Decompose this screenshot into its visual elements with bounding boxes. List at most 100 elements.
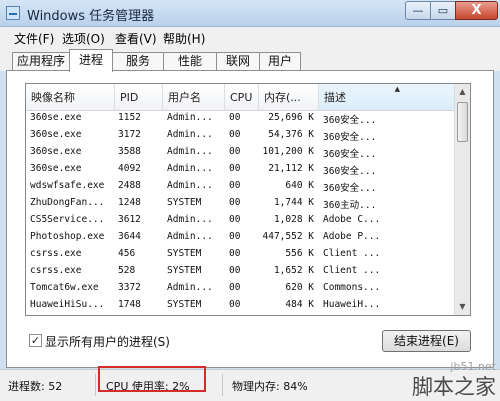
tab-users[interactable]: 用户 <box>259 52 301 71</box>
cell-memory: 54,376 K <box>268 129 314 140</box>
cell-memory: 620 K <box>285 282 314 293</box>
table-row[interactable]: 360se.exe 3588 Admin... 00 101,200 K 360安全... <box>26 144 456 161</box>
table-row[interactable]: 360se.exe 1152 Admin... 00 25,696 K 360安全... <box>26 110 456 127</box>
menu-help[interactable]: 帮助(H) <box>163 30 205 47</box>
vertical-scrollbar[interactable]: ▲ ▼ <box>454 84 470 315</box>
cell-username: Admin... <box>167 112 213 123</box>
column-description[interactable]: 描述 ▲ <box>319 84 456 110</box>
table-row[interactable]: ZhuDongFan... 1248 SYSTEM 00 1,744 K 360主动... <box>26 195 456 212</box>
cell-cpu: 00 <box>229 197 241 208</box>
cell-image-name: 360se.exe <box>30 146 82 157</box>
tab-applications[interactable]: 应用程序 <box>12 52 70 71</box>
status-physical-memory: 物理内存: 84% <box>232 380 308 393</box>
cell-username: Admin... <box>167 129 213 140</box>
cell-description: Client ... <box>323 248 381 259</box>
table-row[interactable]: csrss.exe 456 SYSTEM 00 556 K Client ... <box>26 246 456 263</box>
cell-memory: 21,112 K <box>268 163 314 174</box>
cell-username: Admin... <box>167 282 213 293</box>
column-pid[interactable]: PID <box>115 84 163 110</box>
table-row[interactable]: CS5Service... 3612 Admin... 00 1,028 K Adobe … <box>26 212 456 229</box>
table-row[interactable]: Tomcat6w.exe 3372 Admin... 00 620 K Commons..… <box>26 280 456 297</box>
column-description-label: 描述 <box>324 91 346 104</box>
cell-pid: 1152 <box>118 112 141 123</box>
cell-pid: 1748 <box>118 299 141 310</box>
cell-pid: 3644 <box>118 231 141 242</box>
window-title: Windows 任务管理器 <box>27 9 155 24</box>
cell-pid: 456 <box>118 248 136 259</box>
status-process-count: 进程数: 52 <box>8 380 63 393</box>
menu-view[interactable]: 查看(V) <box>115 30 157 47</box>
cell-image-name: 360se.exe <box>30 112 82 123</box>
column-username[interactable]: 用户名 <box>163 84 225 110</box>
maximize-button[interactable]: ▭ <box>430 1 456 20</box>
cell-cpu: 00 <box>229 299 241 310</box>
cell-username: Admin... <box>167 214 213 225</box>
column-memory[interactable]: 内存(... <box>259 84 319 110</box>
cell-memory: 484 K <box>285 299 314 310</box>
cell-description: 360安全... <box>323 115 377 126</box>
tab-networking[interactable]: 联网 <box>216 52 260 71</box>
column-image-name[interactable]: 映像名称 <box>26 84 115 110</box>
scrollbar-thumb[interactable] <box>457 102 468 142</box>
tab-bar: 应用程序 进程 服务 性能 联网 用户 <box>0 47 500 72</box>
cell-image-name: ZhuDongFan... <box>30 197 105 208</box>
cell-description: 360安全... <box>323 149 377 160</box>
column-header-row: 映像名称 PID 用户名 CPU 内存(... 描述 ▲ <box>26 84 456 111</box>
table-row[interactable]: 360se.exe 4092 Admin... 00 21,112 K 360安全... <box>26 161 456 178</box>
cell-pid: 1248 <box>118 197 141 208</box>
tab-services[interactable]: 服务 <box>112 52 164 71</box>
cell-description: HuaweiH... <box>323 299 381 310</box>
cell-memory: 25,696 K <box>268 112 314 123</box>
column-cpu[interactable]: CPU <box>225 84 259 110</box>
cell-description: 360主动... <box>323 200 377 211</box>
tab-processes[interactable]: 进程 <box>69 49 113 72</box>
menu-options[interactable]: 选项(O) <box>62 30 105 47</box>
table-row[interactable]: wdswfsafe.exe 2488 Admin... 00 640 K 360安全... <box>26 178 456 195</box>
cell-description: Client ... <box>323 265 381 276</box>
title-bar: Windows 任务管理器 — ▭ X <box>0 0 500 27</box>
scroll-down-arrow-icon[interactable]: ▼ <box>455 299 470 315</box>
cell-cpu: 00 <box>229 129 241 140</box>
cell-username: Admin... <box>167 163 213 174</box>
minimize-button[interactable]: — <box>405 1 431 20</box>
cell-pid: 2488 <box>118 180 141 191</box>
cell-pid: 3612 <box>118 214 141 225</box>
status-divider <box>222 374 223 396</box>
close-button[interactable]: X <box>455 1 498 20</box>
cell-image-name: csrss.exe <box>30 265 82 276</box>
cell-cpu: 00 <box>229 180 241 191</box>
cell-image-name: CS5Service... <box>30 214 105 225</box>
status-divider <box>95 374 96 396</box>
cell-pid: 3372 <box>118 282 141 293</box>
cell-description: 360安全... <box>323 132 377 143</box>
cell-image-name: csrss.exe <box>30 248 82 259</box>
cell-username: SYSTEM <box>167 248 202 259</box>
cell-pid: 4092 <box>118 163 141 174</box>
table-row[interactable]: 360se.exe 3172 Admin... 00 54,376 K 360安全... <box>26 127 456 144</box>
cell-cpu: 00 <box>229 214 241 225</box>
table-row[interactable]: HuaweiHiSu... 1748 SYSTEM 00 484 K HuaweiH... <box>26 297 456 314</box>
show-all-users-checkbox[interactable]: ✓ <box>29 334 42 347</box>
table-row[interactable]: Photoshop.exe 3644 Admin... 00 447,552 K Adob… <box>26 229 456 246</box>
cell-memory: 1,652 K <box>273 265 314 276</box>
cell-username: SYSTEM <box>167 197 202 208</box>
cell-image-name: HuaweiHiSu... <box>30 299 105 310</box>
menu-bar: 文件(F) 选项(O) 查看(V) 帮助(H) <box>0 27 500 47</box>
menu-file[interactable]: 文件(F) <box>14 30 54 47</box>
end-process-button[interactable]: 结束进程(E) <box>382 330 471 352</box>
show-all-users-label[interactable]: 显示所有用户的进程(S) <box>45 333 170 350</box>
cell-cpu: 00 <box>229 163 241 174</box>
table-row[interactable]: csrss.exe 528 SYSTEM 00 1,652 K Client ... <box>26 263 456 280</box>
process-list[interactable]: 映像名称 PID 用户名 CPU 内存(... 描述 ▲ 360se.exe 11… <box>25 83 471 316</box>
cell-description: 360安全... <box>323 166 377 177</box>
task-manager-app-icon <box>6 6 20 20</box>
cell-cpu: 00 <box>229 231 241 242</box>
cell-username: SYSTEM <box>167 299 202 310</box>
sort-ascending-icon: ▲ <box>394 85 400 93</box>
cell-image-name: wdswfsafe.exe <box>30 180 105 191</box>
scroll-up-arrow-icon[interactable]: ▲ <box>455 84 470 100</box>
cell-memory: 556 K <box>285 248 314 259</box>
tab-performance[interactable]: 性能 <box>163 52 217 71</box>
cell-username: SYSTEM <box>167 265 202 276</box>
table-row[interactable]: lsass.exe640SYSTEM002,132 KLocal S... <box>26 314 456 315</box>
